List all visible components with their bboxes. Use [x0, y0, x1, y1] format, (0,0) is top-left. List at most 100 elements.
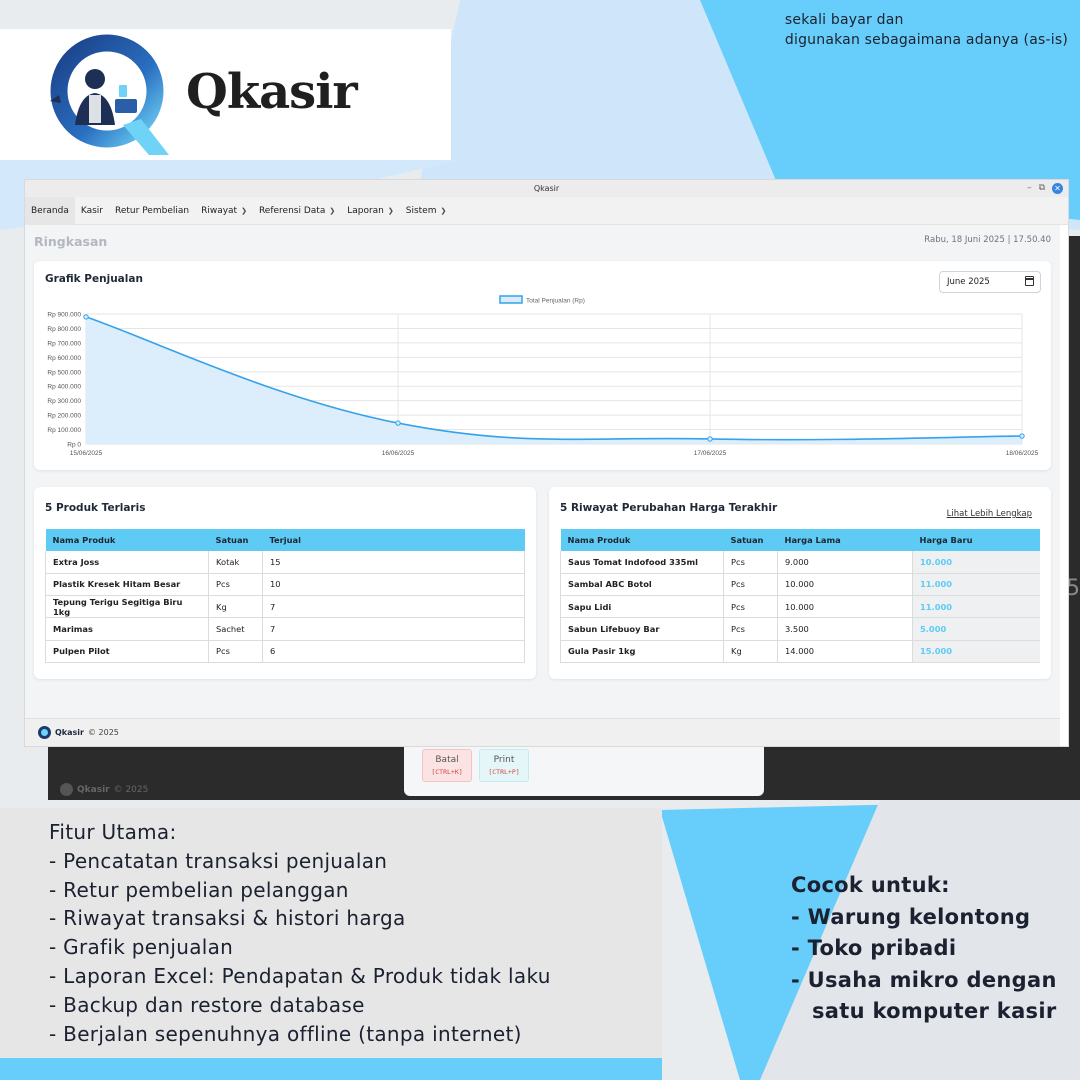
x-tick-label: 18/06/2025 [1006, 450, 1039, 457]
table-row: Marimas Sachet 7 [45, 617, 525, 641]
qkasir-mini-icon [38, 726, 51, 739]
window-controls: – ⧉ ✕ [1027, 182, 1063, 194]
brand-name: Qkasir [186, 64, 358, 120]
table-cell: 9.000 [777, 551, 913, 574]
print-button[interactable]: Print [CTRL+P] [479, 749, 529, 782]
y-tick-label: Rp 600.000 [47, 355, 81, 362]
y-tick-label: Rp 400.000 [47, 384, 81, 391]
table-row: Plastik Kresek Hitam Besar Pcs 10 [45, 573, 525, 597]
table-cell: Pcs [208, 573, 263, 597]
restore-icon[interactable]: ⧉ [1039, 182, 1045, 194]
menu-label: Riwayat [201, 205, 238, 216]
menu-laporan[interactable]: Laporan ❯ [341, 197, 400, 225]
table-cell: Tepung Terigu Segitiga Biru 1kg [45, 595, 209, 619]
features-heading: Fitur Utama: [49, 820, 177, 844]
print-shortcut: [CTRL+P] [488, 768, 520, 776]
chevron-down-icon: ❯ [387, 206, 394, 215]
table-cell: 3.500 [777, 617, 913, 641]
data-point [83, 314, 89, 320]
table-cell: Sabun Lifebuoy Bar [560, 617, 724, 641]
cancel-button-label: Batal [435, 755, 459, 765]
suitable-for-panel: Cocok untuk: - Warung kelontong - Toko p… [791, 870, 1057, 1028]
app-footer: Qkasir © 2025 [25, 718, 1060, 746]
table-row: Sapu Lidi Pcs 10.000 11.000 [560, 595, 1040, 619]
column-header: Terjual [262, 529, 525, 551]
data-point [707, 436, 713, 442]
data-point [395, 420, 401, 426]
feature-item: - Berjalan sepenuhnya offline (tanpa int… [49, 1021, 522, 1046]
column-header: Satuan [208, 529, 263, 551]
app-window: Qkasir – ⧉ ✕ Beranda Kasir Retur Pembeli… [25, 180, 1068, 746]
chevron-down-icon: ❯ [329, 206, 336, 215]
background-window-footer: Qkasir © 2025 [60, 783, 148, 796]
see-more-link[interactable]: Lihat Lebih Lengkap [947, 509, 1032, 519]
menu-retur-pembelian[interactable]: Retur Pembelian [109, 197, 195, 225]
table-cell: Gula Pasir 1kg [560, 640, 724, 663]
table-cell: Pcs [723, 551, 778, 574]
legend-swatch [499, 295, 523, 304]
table-cell: 14.000 [777, 640, 913, 663]
y-tick-label: Rp 700.000 [47, 340, 81, 347]
menu-label: Referensi Data [258, 205, 326, 216]
menu-riwayat[interactable]: Riwayat ❯ [195, 197, 253, 225]
table-cell: Pcs [208, 640, 263, 663]
title-bar: Qkasir – ⧉ ✕ [25, 180, 1068, 197]
y-tick-label: Rp 300.000 [47, 398, 81, 405]
table-cell: Pcs [723, 617, 778, 641]
table-cell: Plastik Kresek Hitam Besar [45, 573, 209, 597]
close-icon[interactable]: ✕ [1052, 182, 1063, 194]
table-cell: 10 [262, 573, 525, 597]
table-row: Sabun Lifebuoy Bar Pcs 3.500 5.000 [560, 617, 1040, 641]
window-title: Qkasir [533, 184, 560, 193]
feature-item: - Backup dan restore database [49, 992, 365, 1017]
dashboard-content: Ringkasan Rabu, 18 Juni 2025 | 17.50.40 … [25, 225, 1060, 718]
checkout-popup: Batal [CTRL+K] Print [CTRL+P] [404, 745, 764, 796]
table-cell: Marimas [45, 617, 209, 641]
cancel-button[interactable]: Batal [CTRL+K] [422, 749, 472, 782]
top-products-heading: 5 Produk Terlaris [45, 502, 146, 514]
table-row: Pulpen Pilot Pcs 6 [45, 640, 525, 663]
table-row: Sambal ABC Botol Pcs 10.000 11.000 [560, 573, 1040, 597]
menu-referensi-data[interactable]: Referensi Data ❯ [253, 197, 341, 225]
new-price-cell: 11.000 [912, 573, 1040, 597]
table-cell: Pulpen Pilot [45, 640, 209, 663]
table-row: Gula Pasir 1kg Kg 14.000 15.000 [560, 640, 1040, 663]
table-row: Saus Tomat Indofood 335ml Pcs 9.000 10.000 [560, 551, 1040, 574]
price-history-table: Nama Produk Satuan Harga Lama Harga Baru… [560, 529, 1040, 663]
footer-brand: Qkasir [77, 784, 110, 795]
minimize-icon[interactable]: – [1027, 182, 1032, 194]
cancel-shortcut: [CTRL+K] [431, 768, 463, 776]
menu-beranda[interactable]: Beranda [25, 196, 75, 225]
features-panel: Fitur Utama: - Pencatatan transaksi penj… [0, 808, 662, 1058]
table-cell: 7 [262, 595, 525, 619]
table-cell: 10.000 [777, 595, 913, 619]
footer-brand: Qkasir [55, 728, 84, 737]
obscured-text: 5 [1066, 576, 1080, 601]
x-tick-label: 16/06/2025 [382, 450, 415, 457]
month-picker[interactable]: June 2025 [939, 271, 1041, 293]
y-tick-label: Rp 900.000 [47, 312, 81, 319]
y-tick-label: Rp 100.000 [47, 427, 81, 434]
menu-label: Beranda [31, 205, 69, 216]
suitable-item-continued: satu komputer kasir [812, 999, 1057, 1023]
price-history-card: 5 Riwayat Perubahan Harga Terakhir Lihat… [549, 487, 1051, 679]
table-cell: Sachet [208, 617, 263, 641]
table-cell: Sambal ABC Botol [560, 573, 724, 597]
new-price-cell: 5.000 [912, 617, 1040, 641]
table-row: Extra Joss Kotak 15 [45, 551, 525, 574]
data-point [1019, 433, 1025, 439]
column-header: Harga Lama [777, 529, 913, 551]
sales-chart: Rp 0 Rp 100.000 Rp 200.000 Rp 300.000 Rp 400… [47, 295, 1039, 457]
table-cell: 6 [262, 640, 525, 663]
table-cell: Pcs [723, 573, 778, 597]
table-row: Tepung Terigu Segitiga Biru 1kg Kg 7 [45, 595, 525, 619]
sales-chart-heading: Grafik Penjualan [45, 273, 143, 285]
column-header: Harga Baru [912, 529, 1040, 551]
feature-item: - Riwayat transaksi & histori harga [49, 906, 406, 931]
brand-logo: Qkasir [0, 29, 451, 160]
table-cell: 10.000 [777, 573, 913, 597]
menu-sistem[interactable]: Sistem ❯ [400, 197, 453, 225]
menu-kasir[interactable]: Kasir [75, 197, 109, 225]
y-tick-label: Rp 200.000 [47, 413, 81, 420]
calendar-icon[interactable] [1025, 276, 1034, 286]
